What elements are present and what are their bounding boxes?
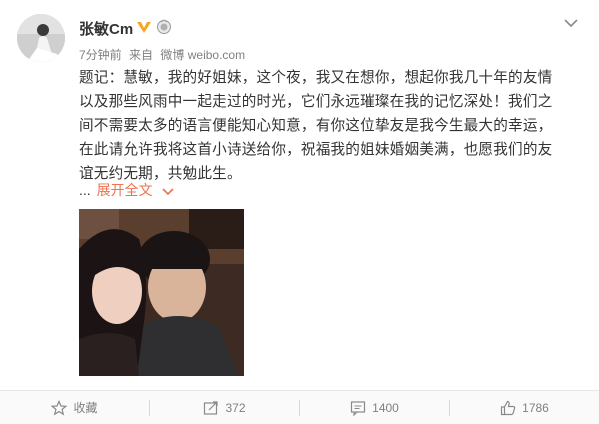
medal-icon[interactable] (156, 19, 172, 35)
chevron-down-icon[interactable] (562, 16, 580, 30)
weibo-post-card: 张敏Cm 7分钟前 来自 微博 weibo.com 题记：慧敏，我的好姐妹，这个… (0, 0, 599, 424)
source-prefix: 来自 (129, 48, 154, 62)
avatar[interactable] (17, 14, 65, 62)
repost-count: 372 (225, 400, 246, 415)
vip-badge-icon[interactable] (136, 19, 152, 35)
comment-button[interactable]: 1400 (300, 391, 449, 424)
like-button[interactable]: 1786 (450, 391, 599, 424)
favorite-label: 收藏 (73, 401, 98, 415)
post-time[interactable]: 7分钟前 (79, 48, 122, 62)
expand-full-text-link[interactable]: ... 展开全文 (79, 180, 175, 200)
text-ellipsis: ... (79, 182, 91, 198)
expand-label[interactable]: 展开全文 (97, 182, 153, 198)
like-count: 1786 (522, 400, 549, 415)
user-name[interactable]: 张敏Cm (79, 18, 133, 39)
star-icon (51, 399, 68, 415)
source-link[interactable]: 微博 weibo.com (160, 48, 245, 62)
comment-icon (351, 400, 366, 416)
comment-count: 1400 (372, 400, 399, 415)
post-meta: 7分钟前 来自 微博 weibo.com (79, 46, 249, 63)
repost-icon (204, 400, 219, 415)
thumbs-up-icon (501, 400, 516, 415)
favorite-button[interactable]: 收藏 (0, 391, 149, 424)
action-bar: 收藏 372 1400 1786 (0, 390, 599, 424)
post-text: 题记：慧敏，我的好姐妹，这个夜，我又在想你，想起你我几十年的友情以及那些风雨中一… (79, 70, 553, 182)
chevron-down-icon[interactable] (162, 183, 175, 199)
post-photo[interactable] (79, 209, 244, 376)
repost-button[interactable]: 372 (150, 391, 299, 424)
